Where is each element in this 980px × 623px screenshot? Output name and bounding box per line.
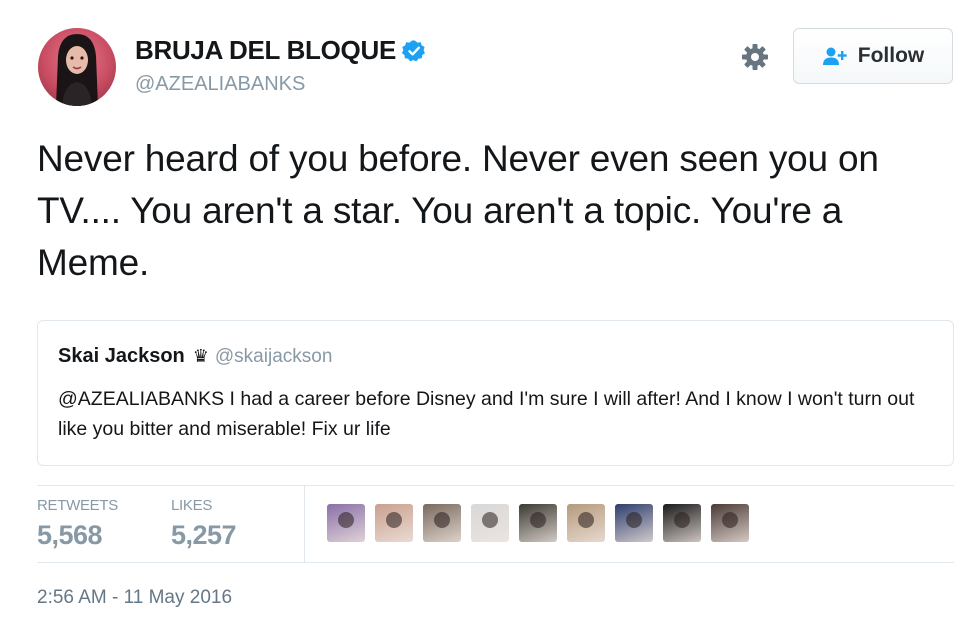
- user-handle[interactable]: @AZEALIABANKS: [135, 73, 305, 96]
- quoted-tweet[interactable]: Skai Jackson ♛ @skaijackson @AZEALIABANK…: [37, 320, 954, 466]
- liker-avatar-figure: [434, 512, 450, 528]
- quoted-tweet-header: Skai Jackson ♛ @skaijackson: [58, 345, 933, 368]
- liker-avatar-figure: [530, 512, 546, 528]
- retweets-stat[interactable]: RETWEETS 5,568: [37, 497, 118, 551]
- liker-avatar[interactable]: [327, 504, 365, 542]
- liker-avatar[interactable]: [567, 504, 605, 542]
- liker-avatars: [327, 504, 759, 542]
- tweet-timestamp[interactable]: 2:56 AM - 11 May 2016: [37, 587, 232, 609]
- add-user-icon: [822, 46, 848, 66]
- liker-avatar[interactable]: [423, 504, 461, 542]
- quoted-tweet-text: @AZEALIABANKS I had a career before Disn…: [58, 388, 915, 440]
- liker-avatar[interactable]: [375, 504, 413, 542]
- liker-avatar-figure: [626, 512, 642, 528]
- divider: [37, 485, 954, 486]
- verified-badge-icon: [401, 39, 426, 63]
- avatar-image: [56, 34, 98, 106]
- likes-count: 5,257: [171, 520, 237, 550]
- stats-separator: [304, 486, 305, 562]
- follow-button[interactable]: Follow: [793, 28, 953, 84]
- quoted-author-name: Skai Jackson: [58, 345, 185, 367]
- liker-avatar[interactable]: [663, 504, 701, 542]
- liker-avatar-figure: [722, 512, 738, 528]
- profile-avatar[interactable]: [38, 28, 116, 106]
- quoted-author-handle: @skaijackson: [214, 345, 333, 367]
- liker-avatar-figure: [482, 512, 498, 528]
- display-name-row: BRUJA DEL BLOQUE: [135, 35, 426, 66]
- liker-avatar-figure: [338, 512, 354, 528]
- divider: [37, 562, 954, 563]
- crown-icon: ♛: [192, 346, 209, 366]
- liker-avatar[interactable]: [519, 504, 557, 542]
- likes-label: LIKES: [171, 497, 213, 514]
- liker-avatar[interactable]: [711, 504, 749, 542]
- gear-icon[interactable]: [740, 42, 770, 72]
- retweets-label: RETWEETS: [37, 497, 118, 514]
- follow-label: Follow: [857, 44, 925, 67]
- liker-avatar-figure: [674, 512, 690, 528]
- liker-avatar-figure: [386, 512, 402, 528]
- likes-stat[interactable]: LIKES 5,257: [171, 497, 237, 551]
- liker-avatar-figure: [578, 512, 594, 528]
- retweets-count: 5,568: [37, 520, 103, 550]
- liker-avatar[interactable]: [471, 504, 509, 542]
- display-name[interactable]: BRUJA DEL BLOQUE: [135, 35, 396, 66]
- tweet-text: Never heard of you before. Never even se…: [37, 138, 879, 283]
- liker-avatar[interactable]: [615, 504, 653, 542]
